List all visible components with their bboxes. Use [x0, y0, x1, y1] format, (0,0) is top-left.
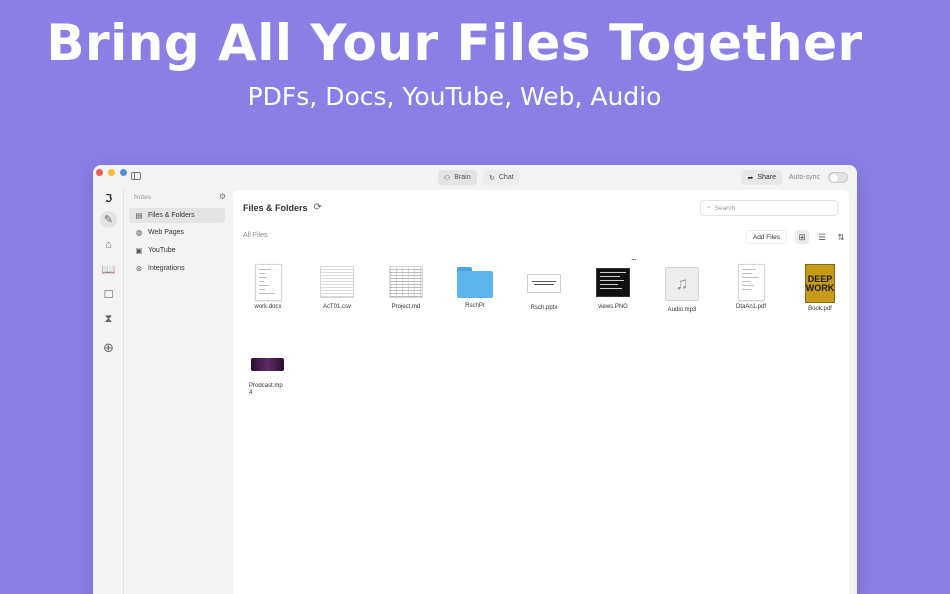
nav-item-label: Integrations	[148, 265, 185, 272]
edit-icon[interactable]: ☐	[101, 287, 116, 302]
file-item[interactable]: Project.md	[376, 266, 436, 311]
plug-icon: ⊛	[135, 264, 143, 273]
window-controls	[96, 169, 127, 176]
nav-item-integrations[interactable]: ⊛ Integrations	[129, 261, 225, 276]
file-item[interactable]: DEEP WORK Book.pdf	[790, 264, 850, 313]
doc-icon	[254, 264, 282, 301]
slide-icon	[527, 274, 561, 293]
hero-title: Bring All Your Files Together	[46, 14, 863, 72]
sort-icon[interactable]: ⇅	[834, 230, 848, 244]
nav-item-web-pages[interactable]: ◍ Web Pages	[129, 225, 225, 240]
notes-panel: Notes ⚙ ▤ Files & Folders ◍ Web Pages ▣ …	[125, 189, 232, 594]
list-view-icon[interactable]: ☰	[815, 230, 829, 244]
titlebar: ⚇ Brain ↻ Chat ➦ Share Auto-sync	[93, 165, 857, 189]
minimize-window-button[interactable]	[108, 169, 115, 176]
icon-rail: ℑ ✎ ⌂ 📖 ☐ ⧗ ⊕	[93, 189, 124, 594]
search-placeholder: Search	[714, 204, 736, 212]
autosync-label: Auto-sync	[788, 174, 820, 181]
hero-subtitle: PDFs, Docs, YouTube, Web, Audio	[247, 82, 662, 111]
page-title: Files & Folders ⟳	[243, 202, 322, 213]
nav-item-youtube[interactable]: ▣ YouTube	[129, 243, 225, 258]
chat-icon: ↻	[489, 174, 495, 182]
file-name: RschPr	[465, 303, 485, 309]
sidebar-toggle-icon[interactable]	[131, 172, 141, 180]
file-item[interactable]: ♫ Audio.mp3	[652, 267, 712, 314]
nav-item-label: Files & Folders	[148, 212, 195, 219]
file-item[interactable]: RschPr	[445, 267, 505, 310]
file-name: Rsch.pptx	[530, 305, 558, 311]
hourglass-icon[interactable]: ⧗	[101, 312, 116, 327]
grid-view-icon[interactable]: ⊞	[795, 230, 809, 244]
zoom-window-button[interactable]	[120, 169, 127, 176]
book-icon[interactable]: 📖	[101, 262, 116, 277]
more-options-icon[interactable]: ...	[631, 252, 636, 262]
refresh-icon[interactable]: ⟳	[314, 202, 322, 213]
spreadsheet-icon	[320, 266, 354, 298]
section-label: All Files	[243, 232, 268, 239]
file-icon: ▤	[135, 211, 143, 220]
chat-tab-label: Chat	[498, 174, 514, 181]
file-name: Book.pdf	[808, 306, 832, 312]
add-files-button[interactable]: Add Files	[745, 230, 787, 244]
brain-tab[interactable]: ⚇ Brain	[438, 170, 477, 185]
file-item[interactable]: work.docx	[238, 264, 298, 311]
autosync-toggle[interactable]	[828, 172, 848, 183]
file-item[interactable]: DtaAn1.pdf	[721, 264, 781, 311]
brain-icon: ⚇	[444, 174, 451, 182]
file-name: Project.md	[391, 304, 421, 310]
video-icon: ▣	[135, 246, 143, 255]
globe-icon: ◍	[135, 228, 143, 237]
home-icon[interactable]: ⌂	[101, 237, 116, 252]
brain-tab-label: Brain	[454, 174, 471, 181]
pdf-icon	[737, 264, 765, 301]
search-icon: ⌕	[707, 204, 711, 211]
share-button-label: Share	[757, 174, 776, 181]
book-cover-icon: DEEP WORK	[805, 264, 835, 303]
chat-tab[interactable]: ↻ Chat	[483, 170, 520, 185]
share-button[interactable]: ➦ Share	[741, 170, 782, 185]
video-file-icon	[250, 358, 284, 371]
search-input[interactable]: ⌕ Search	[700, 200, 838, 216]
file-name: DtaAn1.pdf	[735, 304, 767, 310]
notes-header: Notes	[134, 194, 151, 201]
nav-item-label: Web Pages	[148, 229, 185, 236]
file-item[interactable]: views.PNG	[583, 268, 643, 311]
file-name: AcT01.csv	[322, 304, 351, 310]
add-icon[interactable]: ⊕	[101, 340, 116, 355]
app-window: ⚇ Brain ↻ Chat ➦ Share Auto-sync ℑ ✎ ⌂ 📖…	[93, 165, 857, 594]
pen-icon[interactable]: ✎	[100, 211, 117, 228]
gear-icon[interactable]: ⚙	[219, 192, 226, 201]
close-window-button[interactable]	[96, 169, 103, 176]
markdown-icon	[389, 266, 423, 298]
page-title-text: Files & Folders	[243, 202, 308, 213]
main-content: Files & Folders ⟳ ⌕ Search All Files Add…	[233, 190, 849, 594]
nav-item-files-folders[interactable]: ▤ Files & Folders	[129, 208, 225, 223]
file-item[interactable]: AcT01.csv	[307, 266, 367, 311]
share-icon: ➦	[747, 174, 754, 182]
file-name: work.docx	[254, 304, 282, 310]
music-note-icon: ♫	[665, 267, 699, 301]
file-name: Audio.mp3	[667, 307, 697, 313]
app-logo-icon: ℑ	[104, 193, 113, 205]
image-icon	[596, 268, 630, 297]
nav-item-label: YouTube	[148, 247, 176, 254]
file-name: views.PNG	[598, 304, 628, 310]
folder-icon	[457, 267, 493, 298]
file-name: Prodcast.mp4	[249, 383, 283, 396]
file-item[interactable]: Prodcast.mp4	[237, 358, 297, 397]
file-item[interactable]: Rsch.pptx	[514, 274, 574, 312]
